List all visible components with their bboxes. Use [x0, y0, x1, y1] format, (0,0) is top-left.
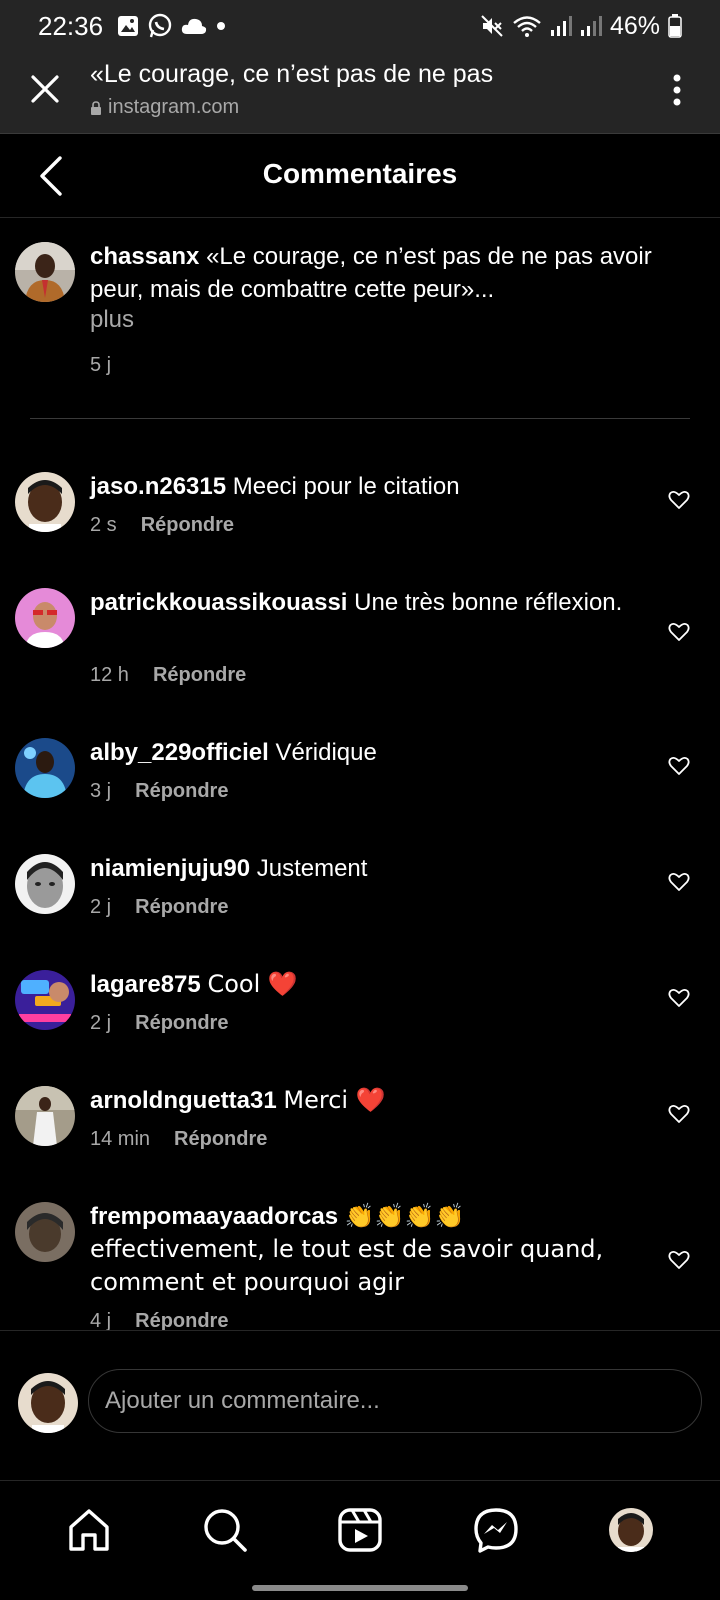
comment-timestamp: 3 j — [90, 780, 112, 802]
status-system-icons: 46% — [480, 12, 682, 41]
caption-timestamp: 5 j — [90, 354, 112, 376]
comment-meta: 12 h Répondre — [90, 664, 246, 687]
reply-button[interactable]: Répondre — [153, 664, 246, 687]
comment-username[interactable]: arnoldnguetta31 — [90, 1087, 277, 1114]
lock-icon — [90, 100, 102, 115]
comment-body: Une très bonne réflexion. — [354, 589, 623, 616]
browser-url-text: instagram.com — [108, 96, 240, 118]
like-heart-icon[interactable] — [668, 1250, 690, 1270]
comments-list[interactable]: jaso.n26315 Meeci pour le citation 2 s R… — [0, 420, 720, 1330]
avatar[interactable] — [15, 242, 75, 302]
like-heart-icon[interactable] — [668, 622, 690, 642]
comment-text: alby_229officiel Véridique — [90, 736, 645, 769]
caption-text: chassanx «Le courage, ce n’est pas de ne… — [90, 240, 690, 306]
comment-meta: 3 j Répondre — [90, 780, 228, 803]
comment-text: jaso.n26315 Meeci pour le citation — [90, 470, 645, 503]
comment-text: niamienjuju90 Justement — [90, 852, 645, 885]
comment-input-box[interactable] — [88, 1369, 702, 1433]
browser-url[interactable]: instagram.com — [90, 96, 239, 119]
comment-meta: 4 j Répondre — [90, 1310, 228, 1330]
signal-icon — [580, 15, 602, 37]
comment-meta: 2 s Répondre — [90, 514, 234, 537]
comment-meta: 14 min Répondre — [90, 1128, 267, 1151]
page-title: Commentaires — [262, 158, 458, 189]
comment-username[interactable]: frempomaayaadorcas — [90, 1203, 338, 1230]
browser-page-title: «Le courage, ce n’est pas de ne pas — [90, 60, 494, 88]
like-heart-icon[interactable] — [668, 490, 690, 510]
comment-body: Meeci pour le citation — [232, 473, 460, 500]
comment-body: Justement — [256, 855, 368, 882]
comment-timestamp: 14 min — [90, 1128, 151, 1150]
like-heart-icon[interactable] — [668, 988, 690, 1008]
caption-username[interactable]: chassanx — [90, 243, 199, 270]
comment-username[interactable]: lagare875 — [90, 971, 201, 998]
comment-timestamp: 2 j — [90, 896, 112, 918]
battery-icon — [668, 14, 682, 38]
dot-icon — [215, 20, 227, 32]
profile-avatar-icon[interactable] — [606, 1505, 656, 1555]
gesture-home-bar[interactable] — [252, 1585, 468, 1591]
comment-text: lagare875 Cool ❤️ — [90, 968, 645, 1001]
whatsapp-icon — [147, 13, 173, 39]
comment-timestamp: 12 h — [90, 664, 129, 686]
like-heart-icon[interactable] — [668, 1104, 690, 1124]
reply-button[interactable]: Répondre — [141, 514, 234, 537]
status-time: 22:36 — [38, 10, 104, 41]
cloud-icon — [181, 17, 207, 35]
comment-username[interactable]: niamienjuju90 — [90, 855, 250, 882]
like-heart-icon[interactable] — [668, 756, 690, 776]
reply-button[interactable]: Répondre — [135, 1012, 228, 1035]
comment-meta: 2 j Répondre — [90, 1012, 228, 1035]
comment-text: frempomaayaadorcas 👏👏👏👏 effectivement, l… — [90, 1200, 645, 1299]
avatar[interactable] — [15, 1202, 75, 1262]
reply-button[interactable]: Répondre — [135, 1310, 228, 1330]
comment-timestamp: 2 s — [90, 514, 117, 536]
comment-text: arnoldnguetta31 Merci ❤️ — [90, 1084, 645, 1117]
messenger-icon[interactable] — [471, 1505, 521, 1555]
comment-timestamp: 4 j — [90, 1310, 112, 1330]
comment-username[interactable]: patrickkouassikouassi — [90, 589, 347, 616]
more-options-icon[interactable] — [670, 72, 684, 108]
bottom-navigation — [0, 1480, 720, 1600]
comment-body: Merci ❤️ — [283, 1086, 386, 1114]
avatar[interactable] — [15, 970, 75, 1030]
avatar[interactable] — [15, 854, 75, 914]
close-icon[interactable] — [28, 72, 62, 106]
gallery-icon — [117, 15, 139, 37]
comments-header: Commentaires — [0, 134, 720, 218]
status-bar: 22:36 46% — [0, 0, 720, 52]
reply-button[interactable]: Répondre — [135, 780, 228, 803]
comment-timestamp: 2 j — [90, 1012, 112, 1034]
caption-more-link[interactable]: plus — [90, 306, 134, 334]
reels-icon[interactable] — [335, 1505, 385, 1555]
comment-meta: 2 j Répondre — [90, 896, 228, 919]
wifi-icon — [512, 14, 542, 38]
search-icon[interactable] — [200, 1505, 250, 1555]
comment-text: patrickkouassikouassi Une très bonne réf… — [90, 586, 645, 619]
avatar[interactable] — [15, 472, 75, 532]
battery-percent: 46% — [609, 11, 660, 40]
like-heart-icon[interactable] — [668, 872, 690, 892]
mute-icon — [480, 14, 504, 38]
comment-username[interactable]: alby_229officiel — [90, 739, 269, 766]
comment-composer — [0, 1330, 720, 1480]
reply-button[interactable]: Répondre — [174, 1128, 267, 1151]
avatar[interactable] — [15, 738, 75, 798]
reply-button[interactable]: Répondre — [135, 896, 228, 919]
caption-divider — [30, 418, 690, 419]
comment-input[interactable] — [105, 1387, 701, 1415]
comment-body: Cool ❤️ — [207, 970, 298, 998]
avatar[interactable] — [15, 1086, 75, 1146]
signal-icon — [550, 15, 572, 37]
comment-username[interactable]: jaso.n26315 — [90, 473, 226, 500]
browser-toolbar: «Le courage, ce n’est pas de ne pas inst… — [0, 52, 720, 134]
home-icon[interactable] — [64, 1505, 114, 1555]
comment-body: Véridique — [275, 739, 377, 766]
avatar — [18, 1373, 78, 1433]
avatar[interactable] — [15, 588, 75, 648]
status-notification-icons — [117, 13, 227, 39]
